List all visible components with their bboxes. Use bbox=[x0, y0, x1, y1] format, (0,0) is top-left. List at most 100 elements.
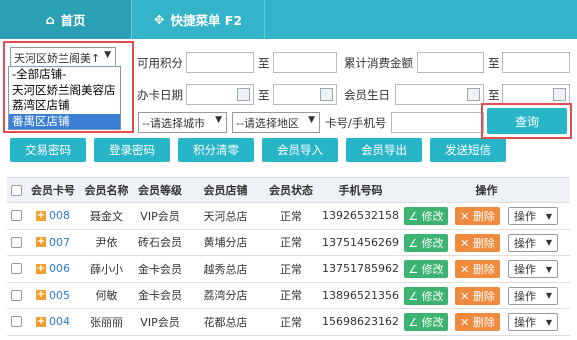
export-members-button[interactable]: 会员导出 bbox=[346, 138, 422, 162]
edit-button[interactable]: ∠ 修改 bbox=[404, 286, 448, 305]
member-card-cell[interactable]: +006 bbox=[26, 256, 80, 282]
chevron-down-icon: ▼ bbox=[545, 291, 552, 300]
member-level: 金卡会员 bbox=[138, 262, 182, 276]
edit-button[interactable]: ∠ 修改 bbox=[404, 313, 448, 331]
header-level: 会员等级 bbox=[138, 184, 182, 197]
points-min-input[interactable] bbox=[186, 52, 254, 73]
operation-select-value: 操作 bbox=[514, 236, 536, 250]
delete-button[interactable]: ✕ 删除 bbox=[455, 313, 500, 331]
query-button[interactable]: 查询 bbox=[487, 108, 567, 134]
operation-select[interactable]: 操作 ▼ bbox=[508, 313, 558, 331]
store-option-selected[interactable]: 番禺区店铺 bbox=[9, 113, 120, 129]
operation-select[interactable]: 操作 ▼ bbox=[508, 260, 558, 278]
card-phone-label: 卡号/手机号 bbox=[325, 116, 387, 130]
import-members-button[interactable]: 会员导入 bbox=[262, 138, 338, 162]
row-select-cell[interactable] bbox=[7, 203, 26, 229]
city-select[interactable]: --请选择城市 ▼ bbox=[138, 112, 227, 133]
row-checkbox[interactable] bbox=[11, 316, 22, 328]
member-card-cell[interactable]: +005 bbox=[26, 283, 80, 309]
member-level: VIP会员 bbox=[140, 209, 180, 223]
member-card-cell[interactable]: +007 bbox=[26, 230, 80, 256]
member-card-number[interactable]: 008 bbox=[49, 209, 70, 222]
select-all-checkbox[interactable] bbox=[11, 184, 22, 196]
member-status: 正常 bbox=[280, 209, 302, 223]
member-name: 尹依 bbox=[95, 236, 118, 250]
member-card-number[interactable]: 005 bbox=[49, 289, 70, 302]
to-label: 至 bbox=[488, 88, 500, 102]
send-sms-button[interactable]: 发送短信 bbox=[430, 138, 506, 162]
table-row: +007 尹依 砖石会员 黄埔分店 正常 13751456269 ∠ 修改 ✕ 删除 操作 ▼ bbox=[7, 230, 570, 256]
edit-button[interactable]: ∠ 修改 bbox=[404, 260, 448, 278]
delete-button[interactable]: ✕ 删除 bbox=[455, 260, 500, 278]
points-label: 可用积分 bbox=[137, 56, 183, 70]
calendar-icon[interactable] bbox=[237, 88, 250, 101]
calendar-icon[interactable] bbox=[467, 88, 480, 101]
card-date-start-input[interactable] bbox=[186, 84, 254, 105]
member-card-number[interactable]: 006 bbox=[49, 262, 70, 275]
home-icon: ⌂ bbox=[45, 12, 55, 27]
member-card-cell[interactable]: +008 bbox=[26, 203, 80, 229]
header-name: 会员名称 bbox=[84, 184, 129, 197]
operation-select[interactable]: 操作 ▼ bbox=[508, 233, 558, 252]
store-option[interactable]: 荔湾区店铺 bbox=[9, 98, 120, 114]
card-phone-input[interactable] bbox=[391, 112, 484, 133]
store-option[interactable]: -全部店铺- bbox=[9, 67, 120, 83]
store-option[interactable]: 天河区娇兰阁美容店 bbox=[9, 83, 120, 99]
trade-password-button[interactable]: 交易密码 bbox=[10, 138, 86, 162]
edit-button[interactable]: ∠ 修改 bbox=[404, 233, 448, 252]
card-date-end-input[interactable] bbox=[273, 84, 337, 105]
operation-select-value: 操作 bbox=[514, 316, 536, 329]
to-label: 至 bbox=[258, 88, 270, 102]
store-select[interactable]: 天河区娇兰阁美↑ ▼ bbox=[10, 47, 116, 68]
calendar-icon[interactable] bbox=[553, 88, 566, 101]
member-name: 薛小小 bbox=[90, 262, 123, 276]
points-max-input[interactable] bbox=[273, 52, 337, 73]
row-select-cell[interactable] bbox=[7, 256, 26, 282]
tab-quick-menu[interactable]: ✥ 快捷菜单 F2 bbox=[131, 0, 265, 39]
expand-plus-icon[interactable]: + bbox=[36, 290, 46, 301]
chevron-down-icon: ▼ bbox=[545, 211, 552, 221]
edit-button[interactable]: ∠ 修改 bbox=[404, 207, 448, 225]
birthday-end-input[interactable] bbox=[502, 84, 570, 105]
member-store: 天河总店 bbox=[203, 209, 248, 223]
select-all-cell[interactable] bbox=[7, 178, 26, 202]
calendar-icon[interactable] bbox=[320, 88, 333, 101]
operation-select[interactable]: 操作 ▼ bbox=[508, 286, 558, 305]
expand-plus-icon[interactable]: + bbox=[36, 263, 46, 274]
delete-button[interactable]: ✕ 删除 bbox=[455, 286, 500, 305]
birthday-label: 会员生日 bbox=[344, 88, 390, 102]
tab-quick-menu-label: 快捷菜单 F2 bbox=[170, 13, 243, 28]
expand-plus-icon[interactable]: + bbox=[36, 210, 46, 221]
member-phone: 13751785962 bbox=[322, 262, 399, 276]
area-select[interactable]: --请选择地区 ▼ bbox=[232, 112, 320, 133]
member-level: VIP会员 bbox=[140, 315, 180, 329]
consume-max-input[interactable] bbox=[502, 52, 570, 73]
member-card-number[interactable]: 004 bbox=[49, 315, 70, 328]
card-date-label: 办卡日期 bbox=[137, 88, 183, 102]
member-card-number[interactable]: 007 bbox=[49, 236, 70, 249]
expand-plus-icon[interactable]: + bbox=[36, 237, 46, 248]
delete-button[interactable]: ✕ 删除 bbox=[455, 233, 500, 252]
member-store: 花都总店 bbox=[203, 315, 248, 329]
birthday-start-input[interactable] bbox=[395, 84, 484, 105]
login-password-button[interactable]: 登录密码 bbox=[94, 138, 170, 162]
row-checkbox[interactable] bbox=[11, 263, 22, 275]
consume-label: 累计消费金额 bbox=[344, 56, 413, 70]
row-select-cell[interactable] bbox=[7, 283, 26, 309]
row-checkbox[interactable] bbox=[11, 236, 22, 248]
clear-points-button[interactable]: 积分清零 bbox=[178, 138, 254, 162]
expand-plus-icon[interactable]: + bbox=[36, 316, 46, 327]
row-select-cell[interactable] bbox=[7, 309, 26, 335]
consume-min-input[interactable] bbox=[417, 52, 484, 73]
row-checkbox[interactable] bbox=[11, 210, 22, 222]
delete-button[interactable]: ✕ 删除 bbox=[455, 207, 500, 225]
member-store: 黄埔分店 bbox=[203, 236, 248, 250]
member-status: 正常 bbox=[280, 315, 302, 329]
row-select-cell[interactable] bbox=[7, 230, 26, 256]
tab-home[interactable]: ⌂ 首页 bbox=[0, 0, 131, 39]
operation-select[interactable]: 操作 ▼ bbox=[508, 207, 558, 225]
row-checkbox[interactable] bbox=[11, 289, 22, 301]
table-row: +006 薛小小 金卡会员 越秀总店 正常 13751785962 ∠ 修改 ✕ 删除 操作 ▼ bbox=[7, 256, 570, 283]
member-card-cell[interactable]: +004 bbox=[26, 309, 80, 335]
chevron-down-icon: ▼ bbox=[308, 115, 315, 125]
